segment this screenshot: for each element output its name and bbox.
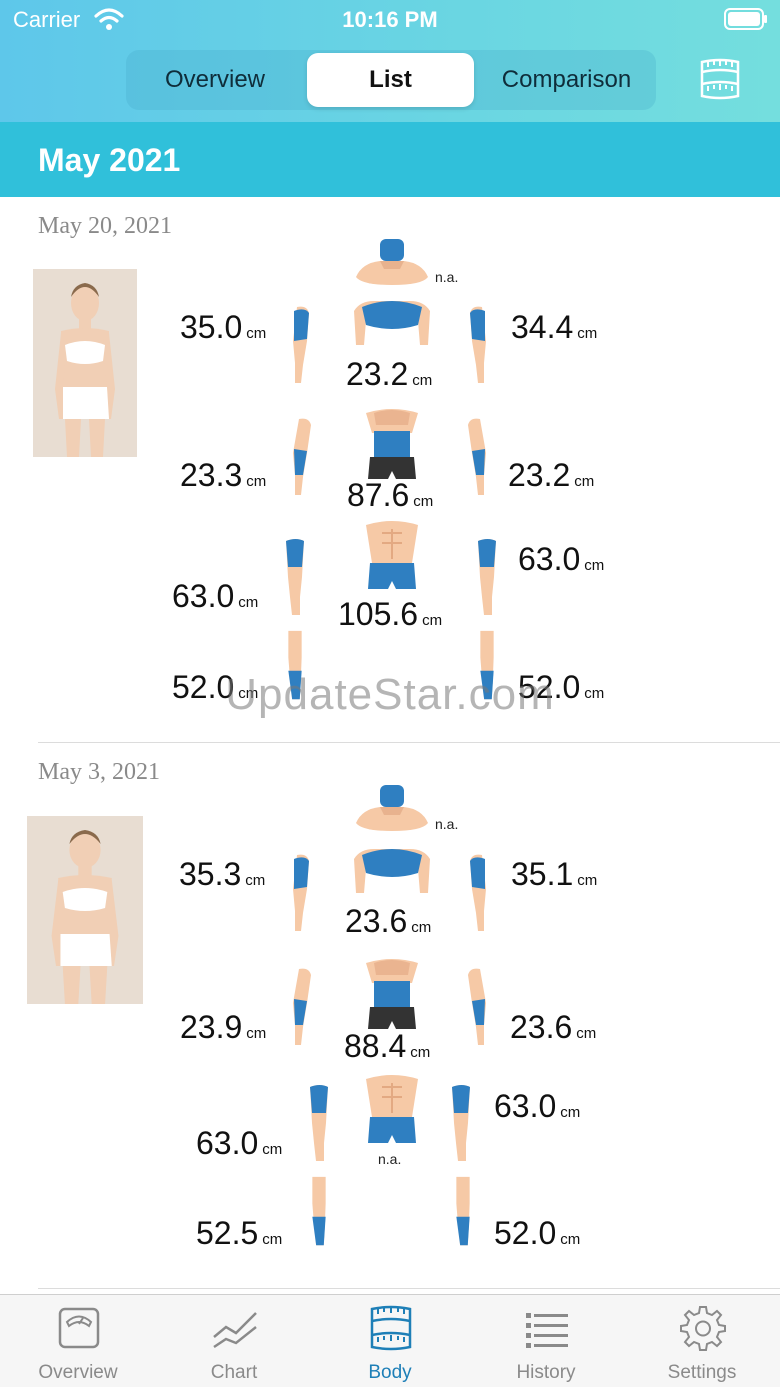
tab-label: Body — [368, 1362, 412, 1383]
header: Carrier 10:16 PM Overview List Compariso… — [0, 0, 780, 122]
neck-value: n.a. — [435, 816, 459, 832]
hips-figure — [362, 519, 422, 599]
waist-figure — [362, 407, 422, 487]
right-thigh-figure — [446, 1083, 476, 1163]
neck-figure — [352, 783, 432, 833]
right-forearm-measurement: 23.2 cm — [508, 457, 595, 493]
left-calf-measurement: 52.5 cm — [196, 1215, 283, 1251]
left-forearm-figure — [285, 967, 315, 1047]
tab-body[interactable]: Body — [312, 1295, 468, 1387]
tab-label: Settings — [667, 1362, 737, 1383]
segment-list[interactable]: List — [307, 53, 474, 107]
chest-figure — [352, 297, 432, 349]
left-forearm-figure — [285, 417, 315, 497]
chest-measurement: 23.2 cm — [346, 356, 433, 392]
tab-label: Overview — [38, 1362, 118, 1383]
chart-icon — [213, 1312, 257, 1349]
left-forearm-measurement: 23.3 cm — [180, 457, 267, 493]
waist-measurement: 87.6 cm — [347, 477, 434, 513]
left-thigh-figure — [304, 1083, 334, 1163]
hips-value: n.a. — [378, 1151, 402, 1167]
waist-measurement: 88.4 cm — [344, 1028, 431, 1064]
segment-comparison[interactable]: Comparison — [480, 53, 653, 107]
waist-figure — [362, 957, 422, 1037]
right-forearm-measurement: 23.6 cm — [510, 1009, 597, 1045]
left-thigh-figure — [280, 537, 310, 617]
battery-icon — [724, 8, 767, 30]
left-forearm-measurement: 23.9 cm — [180, 1009, 267, 1045]
month-title: May 2021 — [38, 142, 181, 178]
right-thigh-figure — [472, 537, 502, 617]
left-thigh-measurement: 63.0 cm — [172, 578, 259, 614]
measurement-entry[interactable]: May 3, 2021 n.a. 35.3 cm 35.1 cm 23.6 cm 23… — [0, 743, 780, 1289]
chest-measurement: 23.6 cm — [345, 903, 432, 939]
left-upper-arm-figure — [285, 853, 315, 933]
right-calf-figure — [448, 1175, 478, 1251]
chest-figure — [352, 845, 432, 897]
tab-bar: Overview Chart Body History Settings — [0, 1294, 780, 1387]
left-upper-arm-measurement: 35.3 cm — [179, 856, 266, 892]
tape-measure-icon — [370, 1305, 412, 1351]
body-photo[interactable] — [33, 269, 137, 457]
tab-label: Chart — [210, 1362, 258, 1383]
measurement-entry[interactable]: May 20, 2021 n.a. 35.0 cm 34.4 cm 23.2 cm 2… — [0, 197, 780, 743]
right-thigh-measurement: 63.0 cm — [494, 1088, 581, 1124]
segment-overview[interactable]: Overview — [129, 53, 301, 107]
right-upper-arm-figure — [464, 305, 494, 385]
tape-measure-icon[interactable] — [696, 56, 744, 102]
right-upper-arm-measurement: 35.1 cm — [511, 856, 598, 892]
view-segmented-control: Overview List Comparison — [126, 50, 656, 110]
neck-figure — [352, 237, 432, 287]
tab-overview[interactable]: Overview — [0, 1295, 156, 1387]
entry-divider — [38, 1288, 780, 1289]
tab-chart[interactable]: Chart — [156, 1295, 312, 1387]
right-thigh-measurement: 63.0 cm — [518, 541, 605, 577]
entry-date: May 3, 2021 — [38, 759, 160, 785]
right-calf-measurement: 52.0 cm — [494, 1215, 581, 1251]
right-upper-arm-figure — [464, 853, 494, 933]
left-upper-arm-figure — [285, 305, 315, 385]
right-forearm-figure — [464, 967, 494, 1047]
scale-icon — [58, 1307, 100, 1349]
right-upper-arm-measurement: 34.4 cm — [511, 309, 598, 345]
status-bar: Carrier 10:16 PM — [0, 0, 780, 40]
left-thigh-measurement: 63.0 cm — [196, 1125, 283, 1161]
right-forearm-figure — [464, 417, 494, 497]
entry-date: May 20, 2021 — [38, 213, 172, 239]
list-icon — [526, 1313, 568, 1348]
watermark: UpdateStar.com — [225, 670, 555, 719]
clock: 10:16 PM — [342, 7, 438, 32]
neck-value: n.a. — [435, 269, 459, 285]
tab-history[interactable]: History — [468, 1295, 624, 1387]
hips-figure — [362, 1073, 422, 1153]
gear-icon — [680, 1306, 726, 1351]
hips-measurement: 105.6 cm — [338, 596, 443, 632]
tab-label: History — [516, 1362, 576, 1383]
left-upper-arm-measurement: 35.0 cm — [180, 309, 267, 345]
month-section-header: May 2021 — [0, 122, 780, 197]
body-photo[interactable] — [27, 816, 143, 1004]
tab-settings[interactable]: Settings — [624, 1295, 780, 1387]
left-calf-figure — [304, 1175, 334, 1251]
